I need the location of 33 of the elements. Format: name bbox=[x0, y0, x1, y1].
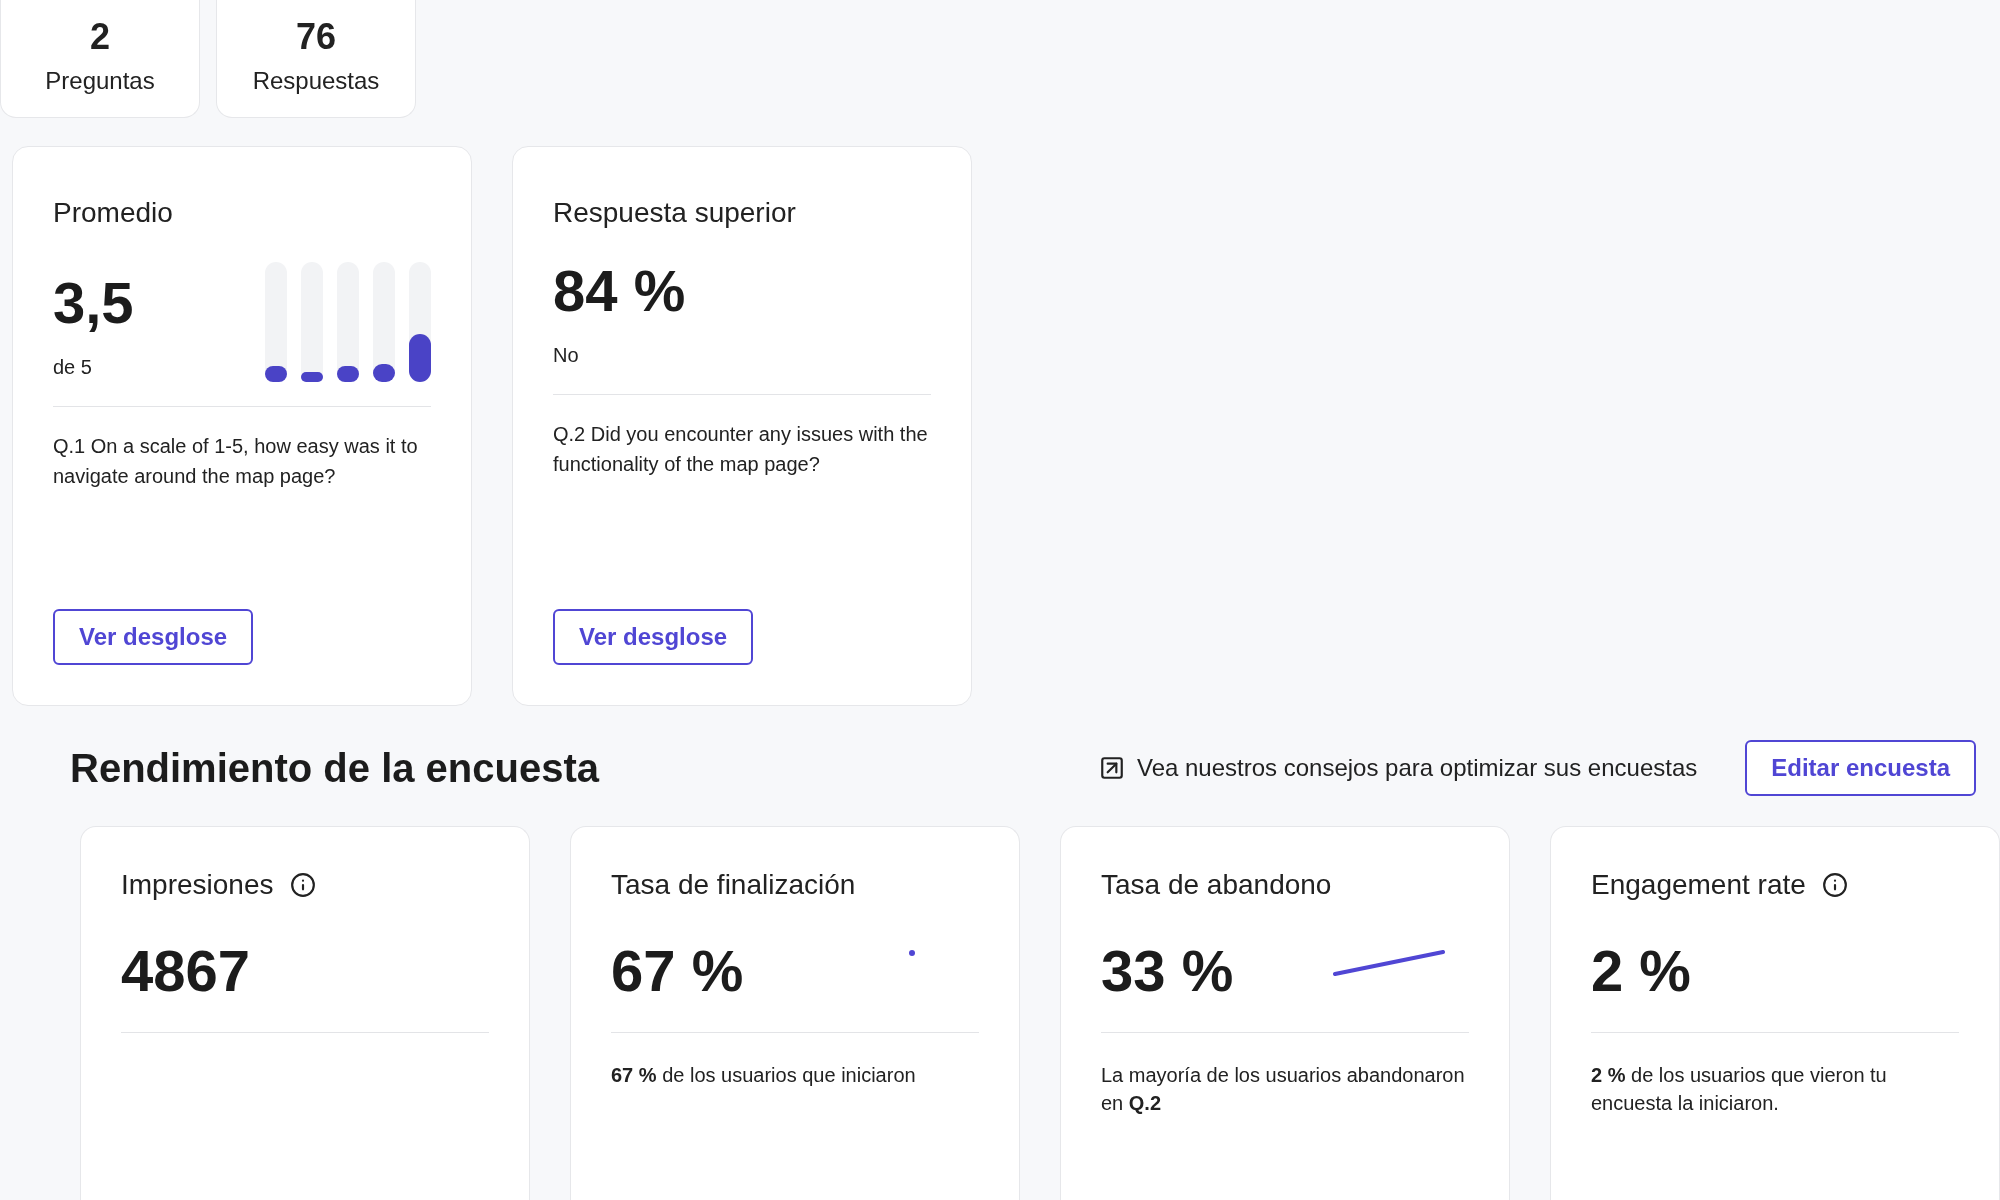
card-caption: No bbox=[553, 343, 580, 368]
metric-title: Engagement rate bbox=[1591, 868, 1806, 902]
metric-description: 67 % de los usuarios que iniciaron bbox=[611, 1063, 917, 1088]
card-caption: de 5 bbox=[53, 355, 93, 380]
stat-label: Respuestas bbox=[252, 65, 380, 96]
card-title: Promedio bbox=[53, 196, 174, 230]
question-text: Q.2 Did you encounter any issues with the functionality of the map page? bbox=[553, 422, 929, 477]
card-title: Respuesta superior bbox=[553, 196, 797, 230]
metric-title: Tasa de finalización bbox=[611, 868, 856, 902]
metric-value: 4867 bbox=[121, 942, 251, 1000]
card-value: 84 % bbox=[553, 262, 686, 320]
metric-description: 2 % de los usuarios que vieron tu encuesta la iniciaron. bbox=[1591, 1063, 1888, 1116]
metric-description: La mayoría de los usuarios abandonaron en Q.2 bbox=[1101, 1063, 1466, 1116]
edit-survey-button[interactable]: Editar encuesta bbox=[1745, 740, 1976, 796]
info-icon[interactable] bbox=[1821, 871, 1848, 898]
external-link-icon bbox=[1098, 755, 1125, 781]
breakdown-button[interactable]: Ver desglose bbox=[53, 609, 254, 665]
metric-title: Impresiones bbox=[121, 868, 274, 902]
tips-link[interactable]: Vea nuestros consejos para optimizar sus encuestas bbox=[1098, 750, 1698, 786]
stat-value: 2 bbox=[90, 18, 110, 55]
metric-value: 2 % bbox=[1591, 942, 1691, 1000]
trend-line-icon bbox=[1333, 950, 1445, 976]
dot-icon bbox=[909, 950, 915, 956]
metric-title: Tasa de abandono bbox=[1101, 868, 1332, 902]
stat-value: 76 bbox=[295, 18, 336, 55]
metric-value: 67 % bbox=[611, 942, 744, 1000]
question-text: Q.1 On a scale of 1-5, how easy was it to navigate around the map page? bbox=[53, 434, 419, 489]
card-value: 3,5 bbox=[53, 274, 134, 332]
info-icon[interactable] bbox=[289, 871, 316, 898]
metric-value: 33 % bbox=[1101, 942, 1234, 1000]
breakdown-button[interactable]: Ver desglose bbox=[553, 609, 754, 665]
stat-label: Preguntas bbox=[45, 65, 155, 96]
section-heading: Rendimiento de la encuesta bbox=[70, 745, 600, 792]
